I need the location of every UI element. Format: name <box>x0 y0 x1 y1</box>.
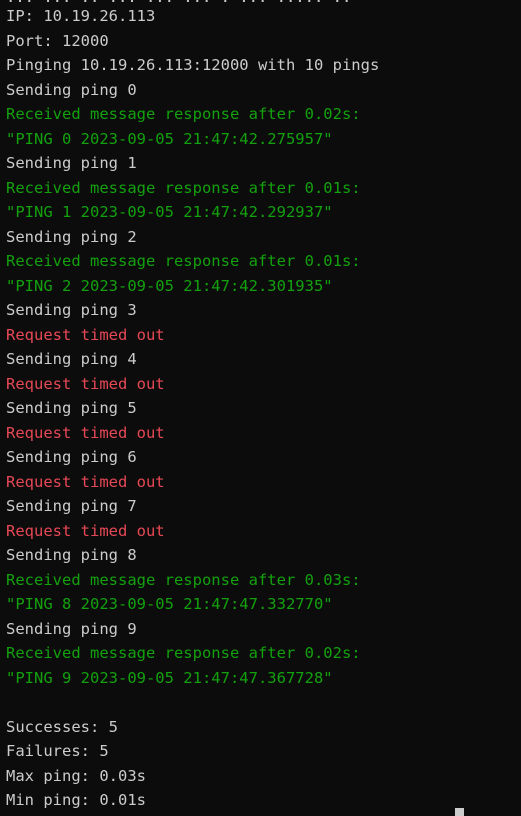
output-line: Received message response after 0.01s: <box>6 178 361 197</box>
output-line: Sending ping 2 <box>6 227 137 246</box>
output-line: Request timed out <box>6 423 165 442</box>
output-line: Request timed out <box>6 521 165 540</box>
output-line: "PING 2 2023-09-05 21:47:42.301935" <box>6 276 333 295</box>
cut-off-command-line: ... ... .. ... ... ... . ... ..... .. <box>6 0 521 3</box>
output-line: Received message response after 0.02s: <box>6 644 361 662</box>
text-cursor <box>455 808 464 816</box>
output-line: Request timed out <box>6 374 165 393</box>
output-line: "PING 8 2023-09-05 21:47:47.332770" <box>6 595 333 613</box>
terminal-output: IP: 10.19.26.113 Port: 12000 Pinging 10.… <box>6 4 521 813</box>
output-line: Sending ping 8 <box>6 546 137 564</box>
output-line: Sending ping 3 <box>6 301 137 319</box>
output-line: Request timed out <box>6 325 165 344</box>
output-line: IP: 10.19.26.113 <box>6 7 156 25</box>
summary-max-ping: Max ping: 0.03s <box>6 766 146 785</box>
output-line: Port: 12000 <box>6 31 109 50</box>
output-line: Sending ping 5 <box>6 399 137 417</box>
output-line: "PING 0 2023-09-05 21:47:42.275957" <box>6 129 333 148</box>
terminal-window[interactable]: ... ... .. ... ... ... . ... ..... .. IP… <box>0 0 521 816</box>
output-line: Received message response after 0.02s: <box>6 105 361 123</box>
output-line: Sending ping 4 <box>6 350 137 368</box>
summary-min-ping: Min ping: 0.01s <box>6 791 146 809</box>
summary-successes: Successes: 5 <box>6 717 118 736</box>
output-line: Request timed out <box>6 472 165 491</box>
output-line: Sending ping 7 <box>6 497 137 515</box>
output-line: Sending ping 6 <box>6 448 137 466</box>
output-line: Pinging 10.19.26.113:12000 with 10 pings <box>6 56 380 74</box>
output-line: Sending ping 9 <box>6 619 137 638</box>
output-line: "PING 1 2023-09-05 21:47:42.292937" <box>6 203 333 221</box>
output-line: Received message response after 0.01s: <box>6 252 361 270</box>
output-line: Received message response after 0.03s: <box>6 570 361 589</box>
output-line: Sending ping 0 <box>6 80 137 99</box>
output-line: "PING 9 2023-09-05 21:47:47.367728" <box>6 668 333 687</box>
output-line: Sending ping 1 <box>6 154 137 172</box>
summary-failures: Failures: 5 <box>6 742 109 760</box>
